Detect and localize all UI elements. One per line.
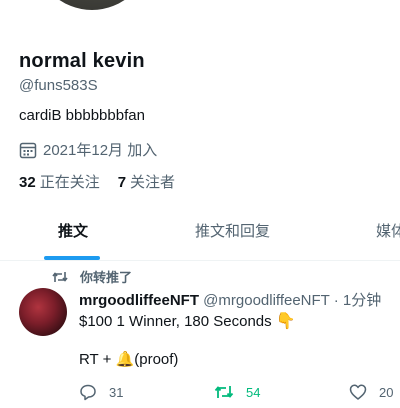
tweet-author-name[interactable]: mrgoodliffeeNFT [79,292,199,309]
tweet-line2-suffix: (proof) [134,351,179,368]
tweet-actions: 31 54 20 [79,383,400,403]
tweet-header: mrgoodliffeeNFT @mrgoodliffeeNFT · 1分钟 [79,289,381,310]
retweet-active-icon [214,386,234,398]
tab-tweets[interactable]: 推文 [58,212,88,260]
tab-media[interactable]: 媒体 [376,212,400,260]
heart-icon [349,384,367,400]
active-tab-indicator [44,256,100,260]
tweet-line2-prefix: RT + [79,351,112,368]
profile-display-name: normal kevin [19,50,145,72]
like-button[interactable]: 20 [349,383,393,401]
profile-joined: 2021年12月 加入 [19,139,157,160]
bell-emoji-icon: 🔔 [115,351,135,368]
profile-tabs: 推文 推文和回复 媒体 [0,212,400,261]
reply-icon [80,384,96,401]
pointing-down-emoji-icon: 👇 [275,313,296,330]
tweet-line1-text: $100 1 Winner, 180 Seconds [79,313,272,330]
followers-link[interactable]: 7 关注者 [118,171,175,192]
tweet-text-line1: $100 1 Winner, 180 Seconds 👇 [79,312,296,332]
tweet-author-handle[interactable]: @mrgoodliffeeNFT [203,292,329,309]
follow-stats: 32 正在关注 7 关注者 [19,171,175,192]
like-count: 20 [379,384,394,400]
profile-handle: @funs583S [19,77,98,94]
followers-count: 7 [117,174,127,191]
tweet-time[interactable]: 1分钟 [343,292,381,309]
calendar-icon [19,142,37,158]
retweet-button[interactable]: 54 [214,383,260,401]
reply-button[interactable]: 31 [79,383,123,401]
retweet-context: 你转推了 [52,267,132,286]
joined-date-text: 2021年12月 加入 [43,142,158,159]
following-link[interactable]: 32 正在关注 [19,171,100,192]
tab-tweets-and-replies[interactable]: 推文和回复 [195,212,270,260]
retweet-count: 54 [246,384,261,400]
profile-bio: cardiB bbbbbbbfan [19,107,145,124]
tweet-author-avatar[interactable] [19,288,67,336]
retweet-icon [52,271,68,282]
followers-label: 关注者 [130,174,176,191]
retweet-context-label: 你转推了 [80,270,133,285]
profile-avatar[interactable] [30,0,154,14]
tweet-separator: · [333,292,339,309]
reply-count: 31 [109,384,124,400]
tweet-text-line2: RT + 🔔(proof) [79,350,178,370]
following-label: 正在关注 [39,174,100,191]
following-count: 32 [19,174,36,191]
